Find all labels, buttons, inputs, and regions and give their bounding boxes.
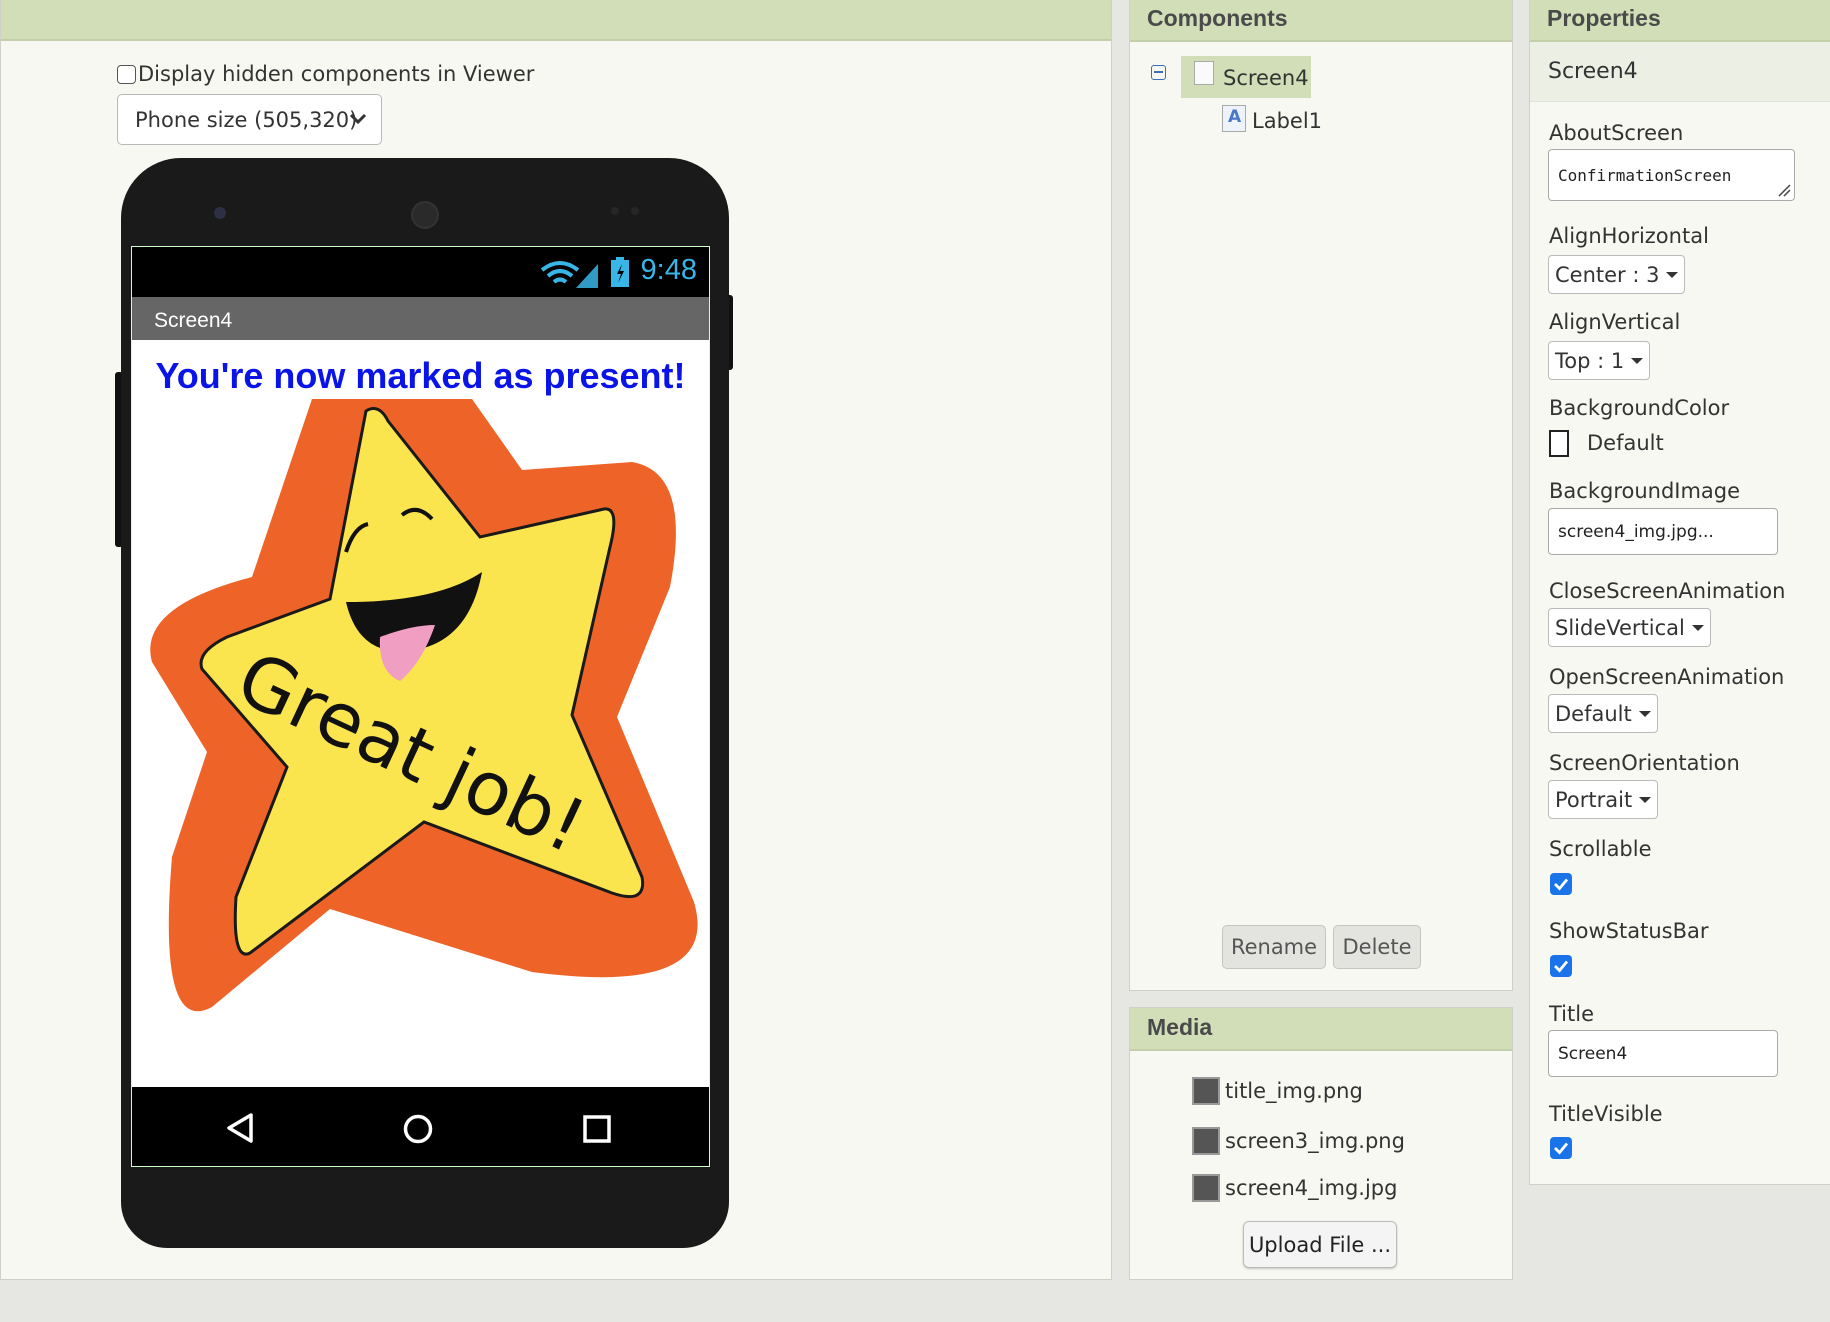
components-header: Components <box>1130 0 1512 42</box>
display-hidden-checkbox[interactable] <box>117 64 136 84</box>
phone-speaker <box>411 201 439 229</box>
title-label: Title <box>1549 1002 1595 1026</box>
phone-sensor <box>214 207 226 219</box>
back-icon <box>227 1113 253 1143</box>
background-color-value: Default <box>1587 431 1664 455</box>
wifi-signal-icon <box>540 261 598 288</box>
recents-icon <box>583 1115 611 1143</box>
show-status-bar-checkbox[interactable] <box>1550 955 1572 977</box>
background-image-value: screen4_img.jpg... <box>1558 521 1714 542</box>
android-nav-bar <box>132 1087 709 1166</box>
image-file-icon <box>1192 1174 1220 1202</box>
close-screen-animation-dropdown[interactable]: SlideVertical <box>1548 608 1711 647</box>
checkmark-icon <box>1554 960 1569 973</box>
open-screen-animation-dropdown[interactable]: Default <box>1548 694 1658 733</box>
label1-text[interactable]: You're now marked as present! <box>132 355 709 397</box>
tree-collapse-icon[interactable] <box>1151 65 1166 80</box>
tree-item-label: Label1 <box>1252 109 1323 133</box>
battery-icon <box>611 257 629 287</box>
screen-icon <box>1194 61 1214 85</box>
media-item[interactable]: screen4_img.jpg <box>1192 1174 1397 1202</box>
delete-button[interactable]: Delete <box>1333 925 1421 969</box>
tree-item-screen4[interactable]: Screen4 <box>1181 56 1311 98</box>
title-input[interactable]: Screen4 <box>1548 1030 1778 1077</box>
status-bar: 9:48 <box>132 247 709 297</box>
about-screen-label: AboutScreen <box>1549 121 1684 145</box>
checkmark-icon <box>1554 1142 1569 1155</box>
phone-sensor-dot <box>631 207 639 215</box>
caret-down-icon <box>1638 710 1651 717</box>
screen-orientation-dropdown[interactable]: Portrait <box>1548 780 1659 819</box>
scrollable-label: Scrollable <box>1549 837 1652 861</box>
media-header: Media <box>1130 1008 1512 1051</box>
properties-header: Properties <box>1530 0 1830 42</box>
title-visible-label: TitleVisible <box>1549 1102 1663 1126</box>
screen-title-bar: Screen4 <box>132 297 709 340</box>
scrollable-checkbox[interactable] <box>1550 873 1572 895</box>
properties-panel: Properties Screen4 AboutScreen Confirmat… <box>1529 0 1830 1185</box>
close-screen-animation-label: CloseScreenAnimation <box>1549 579 1786 603</box>
background-image-label: BackgroundImage <box>1549 479 1741 503</box>
phone-sensor-dot <box>611 207 619 215</box>
align-horizontal-value: Center : 3 <box>1555 262 1660 287</box>
display-hidden-components-row[interactable]: Display hidden components in Viewer <box>117 62 534 86</box>
checkmark-icon <box>1554 878 1569 891</box>
media-item[interactable]: screen3_img.png <box>1192 1127 1405 1155</box>
screen-orientation-value: Portrait <box>1555 787 1633 812</box>
align-vertical-value: Top : 1 <box>1555 348 1625 373</box>
caret-down-icon <box>1666 271 1679 278</box>
label-icon: A <box>1222 105 1246 132</box>
media-item-label: screen3_img.png <box>1225 1129 1405 1153</box>
display-hidden-label: Display hidden components in Viewer <box>138 62 535 86</box>
phone-screen: 9:48 Screen4 You're now marked as presen… <box>131 246 710 1167</box>
phone-size-select[interactable]: Phone size (505,320) <box>117 94 382 145</box>
media-item-label: title_img.png <box>1225 1079 1363 1103</box>
align-horizontal-dropdown[interactable]: Center : 3 <box>1548 255 1686 294</box>
image-file-icon <box>1192 1127 1220 1155</box>
upload-file-button[interactable]: Upload File ... <box>1243 1221 1397 1268</box>
background-image-input[interactable]: screen4_img.jpg... <box>1548 508 1778 555</box>
chevron-down-icon <box>349 113 367 125</box>
caret-down-icon <box>1691 624 1704 631</box>
status-clock: 9:48 <box>640 254 697 286</box>
close-screen-animation-value: SlideVertical <box>1555 615 1685 640</box>
media-panel: Media title_img.png screen3_img.png scre… <box>1129 1007 1513 1280</box>
open-screen-animation-value: Default <box>1555 701 1632 726</box>
title-visible-checkbox[interactable] <box>1550 1137 1572 1159</box>
screen-title: Screen4 <box>154 309 233 332</box>
show-status-bar-label: ShowStatusBar <box>1549 919 1709 943</box>
media-item[interactable]: title_img.png <box>1192 1077 1363 1105</box>
color-swatch <box>1549 430 1569 457</box>
tree-item-label: Screen4 <box>1223 66 1309 90</box>
phone-size-value: Phone size (505,320) <box>135 107 358 132</box>
about-screen-value: ConfirmationScreen <box>1558 165 1732 185</box>
components-panel: Components Screen4 A Label1 Rename Delet… <box>1129 0 1513 991</box>
home-icon <box>403 1114 433 1144</box>
open-screen-animation-label: OpenScreenAnimation <box>1549 665 1785 689</box>
tree-item-label1[interactable]: A Label1 <box>1222 103 1332 137</box>
background-color-picker[interactable]: Default <box>1530 427 1730 461</box>
resize-handle-icon[interactable] <box>1777 183 1791 197</box>
selected-component-name: Screen4 <box>1530 42 1830 102</box>
align-vertical-dropdown[interactable]: Top : 1 <box>1548 341 1651 380</box>
caret-down-icon <box>1639 796 1652 803</box>
viewer-header <box>1 0 1111 41</box>
caret-down-icon <box>1631 357 1644 364</box>
screen-orientation-label: ScreenOrientation <box>1549 751 1740 775</box>
title-value: Screen4 <box>1558 1043 1628 1064</box>
align-vertical-label: AlignVertical <box>1549 310 1681 334</box>
great-job-star-image: Great job! <box>150 399 698 1012</box>
background-color-label: BackgroundColor <box>1549 396 1730 420</box>
about-screen-input[interactable]: ConfirmationScreen <box>1548 149 1795 201</box>
media-item-label: screen4_img.jpg <box>1225 1176 1398 1200</box>
rename-button[interactable]: Rename <box>1222 925 1326 969</box>
align-horizontal-label: AlignHorizontal <box>1549 224 1709 248</box>
image-file-icon <box>1192 1077 1220 1105</box>
